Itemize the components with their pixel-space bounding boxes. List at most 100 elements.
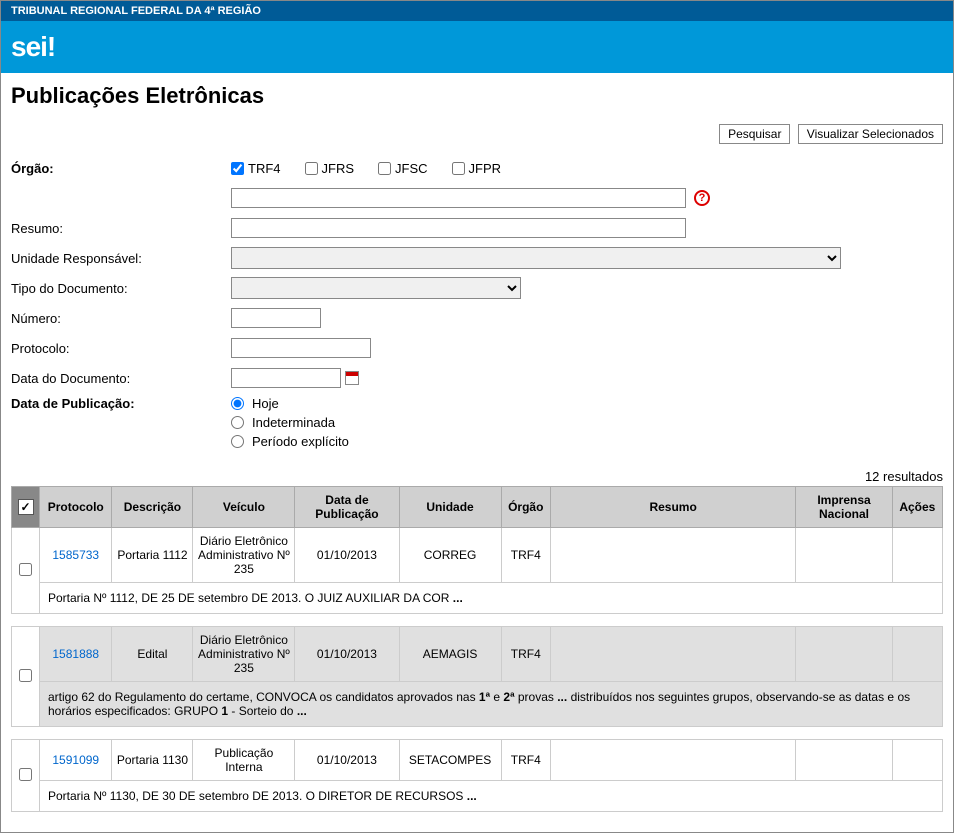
cell-acoes xyxy=(892,627,942,682)
row-datadoc: Data do Documento: xyxy=(11,366,943,390)
checkbox-jfsc[interactable] xyxy=(378,162,391,175)
cell-descricao: Portaria 1112 xyxy=(112,528,193,583)
ellipsis-icon: ... xyxy=(453,591,463,605)
unidade-select[interactable] xyxy=(231,247,841,269)
cell-protocolo: 1581888 xyxy=(40,627,112,682)
row-checkbox[interactable] xyxy=(19,669,32,682)
cell-datapub: 01/10/2013 xyxy=(295,627,399,682)
cell-veiculo: Diário Eletrônico Administrativo Nº 235 xyxy=(193,627,295,682)
th-protocolo: Protocolo xyxy=(40,487,112,528)
tipodoc-select[interactable] xyxy=(231,277,521,299)
th-datapub: Data de Publicação xyxy=(295,487,399,528)
radio-periodo[interactable]: Período explícito xyxy=(231,434,349,449)
label-datapub: Data de Publicação: xyxy=(11,396,231,411)
row-checkbox[interactable] xyxy=(19,768,32,781)
protocolo-link[interactable]: 1591099 xyxy=(52,753,99,767)
help-icon[interactable]: ? xyxy=(694,190,710,206)
header-logo-bar: sei! xyxy=(1,21,953,73)
datadoc-input[interactable] xyxy=(231,368,341,388)
cell-orgao: TRF4 xyxy=(501,627,550,682)
orgao-checkbox-group: TRF4 JFRS JFSC JFPR xyxy=(231,161,501,176)
row-check-cell xyxy=(12,627,40,727)
cell-acoes xyxy=(892,528,942,583)
cell-resumo xyxy=(550,528,795,583)
cell-orgao: TRF4 xyxy=(501,740,550,781)
radio-indeterminada[interactable]: Indeterminada xyxy=(231,415,349,430)
label-datadoc: Data do Documento: xyxy=(11,371,231,386)
label-protocolo: Protocolo: xyxy=(11,341,231,356)
radio-hoje-input[interactable] xyxy=(231,397,244,410)
orgao-jfsc[interactable]: JFSC xyxy=(378,161,428,176)
cell-imprensa xyxy=(796,627,892,682)
cell-datapub: 01/10/2013 xyxy=(295,740,399,781)
cell-summary: Portaria Nº 1112, DE 25 DE setembro DE 2… xyxy=(40,583,943,614)
cell-unidade: SETACOMPES xyxy=(399,740,501,781)
page-title: Publicações Eletrônicas xyxy=(11,83,943,109)
cell-acoes xyxy=(892,740,942,781)
protocolo-link[interactable]: 1585733 xyxy=(52,548,99,562)
numero-input[interactable] xyxy=(231,308,321,328)
results-count: 12 resultados xyxy=(11,469,943,484)
cell-orgao: TRF4 xyxy=(501,528,550,583)
th-imprensa: Imprensa Nacional xyxy=(796,487,892,528)
row-datapub: Data de Publicação: Hoje Indeterminada P… xyxy=(11,396,943,449)
radio-indet-input[interactable] xyxy=(231,416,244,429)
datapub-radio-group: Hoje Indeterminada Período explícito xyxy=(231,396,349,449)
content-area: Publicações Eletrônicas Pesquisar Visual… xyxy=(1,73,953,832)
th-unidade: Unidade xyxy=(399,487,501,528)
table-summary-row: artigo 62 do Regulamento do certame, CON… xyxy=(12,682,943,727)
orgao-trf4[interactable]: TRF4 xyxy=(231,161,281,176)
row-tipodoc: Tipo do Documento: xyxy=(11,276,943,300)
calendar-icon[interactable] xyxy=(345,371,359,385)
checkbox-jfrs[interactable] xyxy=(305,162,318,175)
visualizar-selecionados-button[interactable]: Visualizar Selecionados xyxy=(798,124,943,144)
resumo-input[interactable] xyxy=(231,218,686,238)
protocolo-link[interactable]: 1581888 xyxy=(52,647,99,661)
label-orgao: Órgão: xyxy=(11,161,231,176)
cell-summary: artigo 62 do Regulamento do certame, CON… xyxy=(40,682,943,727)
ellipsis-icon: ... xyxy=(467,789,477,803)
table-row: 1581888 Edital Diário Eletrônico Adminis… xyxy=(12,627,943,682)
sei-logo: sei! xyxy=(11,31,55,62)
th-checkall[interactable]: ✓ xyxy=(12,487,40,528)
checkall-icon[interactable]: ✓ xyxy=(18,499,34,515)
cell-descricao: Edital xyxy=(112,627,193,682)
table-row: 1585733 Portaria 1112 Diário Eletrônico … xyxy=(12,528,943,583)
row-check-cell xyxy=(12,528,40,614)
th-acoes: Ações xyxy=(892,487,942,528)
th-orgao: Órgão xyxy=(501,487,550,528)
ellipsis-icon: ... xyxy=(297,704,307,718)
top-button-row: Pesquisar Visualizar Selecionados xyxy=(11,124,943,144)
radio-hoje[interactable]: Hoje xyxy=(231,396,349,411)
cell-unidade: AEMAGIS xyxy=(399,627,501,682)
cell-veiculo: Publicação Interna xyxy=(193,740,295,781)
results-table: ✓ Protocolo Descrição Veículo Data de Pu… xyxy=(11,486,943,812)
label-resumo: Resumo: xyxy=(11,221,231,236)
checkbox-trf4[interactable] xyxy=(231,162,244,175)
row-unidade: Unidade Responsável: xyxy=(11,246,943,270)
row-resumo: Resumo: xyxy=(11,216,943,240)
label-tipodoc: Tipo do Documento: xyxy=(11,281,231,296)
orgao-jfpr[interactable]: JFPR xyxy=(452,161,502,176)
orgao-jfrs[interactable]: JFRS xyxy=(305,161,355,176)
row-search: ? xyxy=(11,186,943,210)
cell-descricao: Portaria 1130 xyxy=(112,740,193,781)
cell-summary: Portaria Nº 1130, DE 30 DE setembro DE 2… xyxy=(40,781,943,812)
protocolo-input[interactable] xyxy=(231,338,371,358)
table-header-row: ✓ Protocolo Descrição Veículo Data de Pu… xyxy=(12,487,943,528)
header-orgname: TRIBUNAL REGIONAL FEDERAL DA 4ª REGIÃO xyxy=(1,1,953,21)
page-container: TRIBUNAL REGIONAL FEDERAL DA 4ª REGIÃO s… xyxy=(0,0,954,833)
row-checkbox[interactable] xyxy=(19,563,32,576)
cell-protocolo: 1591099 xyxy=(40,740,112,781)
table-row: 1591099 Portaria 1130 Publicação Interna… xyxy=(12,740,943,781)
cell-veiculo: Diário Eletrônico Administrativo Nº 235 xyxy=(193,528,295,583)
pesquisar-button[interactable]: Pesquisar xyxy=(719,124,790,144)
cell-unidade: CORREG xyxy=(399,528,501,583)
radio-periodo-input[interactable] xyxy=(231,435,244,448)
cell-resumo xyxy=(550,627,795,682)
cell-resumo xyxy=(550,740,795,781)
search-input[interactable] xyxy=(231,188,686,208)
th-resumo: Resumo xyxy=(550,487,795,528)
checkbox-jfpr[interactable] xyxy=(452,162,465,175)
table-summary-row: Portaria Nº 1130, DE 30 DE setembro DE 2… xyxy=(12,781,943,812)
